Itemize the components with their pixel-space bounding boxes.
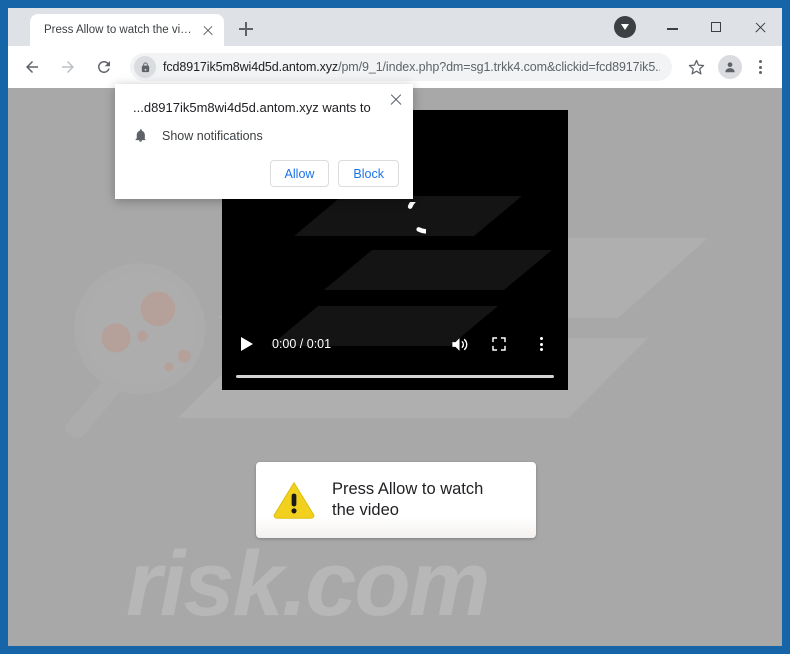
video-progress-bar[interactable] xyxy=(236,374,554,378)
tab-strip: Press Allow to watch the video xyxy=(8,8,782,46)
permission-dialog-buttons: Allow Block xyxy=(269,160,399,187)
browser-toolbar: fcd8917ik5m8wi4d5d.antom.xyz/pm/9_1/inde… xyxy=(8,46,782,88)
forward-button[interactable] xyxy=(53,52,83,82)
url-host: fcd8917ik5m8wi4d5d.antom.xyz xyxy=(163,60,339,74)
magnifier-logo-icon xyxy=(65,263,206,438)
permission-option-label: Show notifications xyxy=(162,128,263,143)
back-button[interactable] xyxy=(17,52,47,82)
volume-icon[interactable] xyxy=(446,331,472,357)
maximize-icon xyxy=(711,22,721,32)
allow-button[interactable]: Allow xyxy=(269,160,330,187)
menu-dot xyxy=(758,65,762,69)
play-triangle-glyph xyxy=(241,337,253,351)
forward-arrow-icon xyxy=(62,61,74,73)
press-allow-line1: Press Allow to watch xyxy=(332,480,484,498)
menu-dot xyxy=(539,342,543,346)
block-button[interactable]: Block xyxy=(338,160,399,187)
close-icon xyxy=(754,21,767,34)
browser-tab[interactable]: Press Allow to watch the video xyxy=(30,14,224,46)
three-dot-menu-icon[interactable] xyxy=(746,52,774,82)
fullscreen-icon[interactable] xyxy=(486,331,512,357)
watermark-text: risk.com xyxy=(126,533,490,635)
loading-spinner-icon xyxy=(407,202,426,234)
window-controls xyxy=(614,8,782,46)
minimize-button[interactable] xyxy=(650,8,694,46)
video-options-menu-icon[interactable] xyxy=(528,331,554,357)
new-tab-button[interactable] xyxy=(232,15,260,43)
address-bar[interactable]: fcd8917ik5m8wi4d5d.antom.xyz/pm/9_1/inde… xyxy=(130,53,672,81)
video-controls: 0:00 / 0:01 xyxy=(222,324,568,390)
press-allow-line2: the video xyxy=(332,501,399,519)
url-path: /pm/9_1/index.php?dm=sg1.trkk4.com&click… xyxy=(338,60,660,74)
minimize-icon xyxy=(666,28,678,30)
tab-title: Press Allow to watch the video xyxy=(44,24,196,36)
permission-option-row: Show notifications xyxy=(133,128,395,143)
video-time-display: 0:00 / 0:01 xyxy=(272,337,332,351)
maximize-button[interactable] xyxy=(694,8,738,46)
menu-dot xyxy=(758,70,762,74)
lock-icon[interactable] xyxy=(134,56,156,78)
dialog-close-icon[interactable] xyxy=(388,92,404,108)
permission-dialog-title: ...d8917ik5m8wi4d5d.antom.xyz wants to xyxy=(133,100,371,115)
toolbar-actions xyxy=(678,52,776,82)
tab-close-icon[interactable] xyxy=(200,22,216,38)
address-bar-url: fcd8917ik5m8wi4d5d.antom.xyz/pm/9_1/inde… xyxy=(163,60,660,74)
screenshot-frame: Press Allow to watch the video fcd8917ik… xyxy=(0,0,790,654)
reload-icon xyxy=(97,60,110,73)
menu-dot xyxy=(539,336,543,340)
press-allow-message: Press Allow to watch the video xyxy=(332,479,483,521)
menu-dot xyxy=(539,348,543,352)
notification-permission-dialog: ...d8917ik5m8wi4d5d.antom.xyz wants to S… xyxy=(115,84,413,199)
star-icon xyxy=(688,59,704,75)
browser-window: Press Allow to watch the video fcd8917ik… xyxy=(8,8,782,646)
bell-icon xyxy=(135,129,146,142)
menu-dot xyxy=(758,60,762,64)
video-controls-row: 0:00 / 0:01 xyxy=(236,324,554,364)
download-arrow-glyph xyxy=(621,24,629,30)
play-icon[interactable] xyxy=(236,333,258,355)
close-window-button[interactable] xyxy=(738,8,782,46)
reload-button[interactable] xyxy=(89,52,119,82)
press-allow-card: Press Allow to watch the video xyxy=(256,462,536,538)
warning-triangle-icon xyxy=(273,482,315,519)
profile-avatar-icon[interactable] xyxy=(718,55,742,79)
back-arrow-icon xyxy=(26,61,38,73)
bookmark-button[interactable] xyxy=(681,52,711,82)
download-indicator-icon[interactable] xyxy=(614,16,636,38)
